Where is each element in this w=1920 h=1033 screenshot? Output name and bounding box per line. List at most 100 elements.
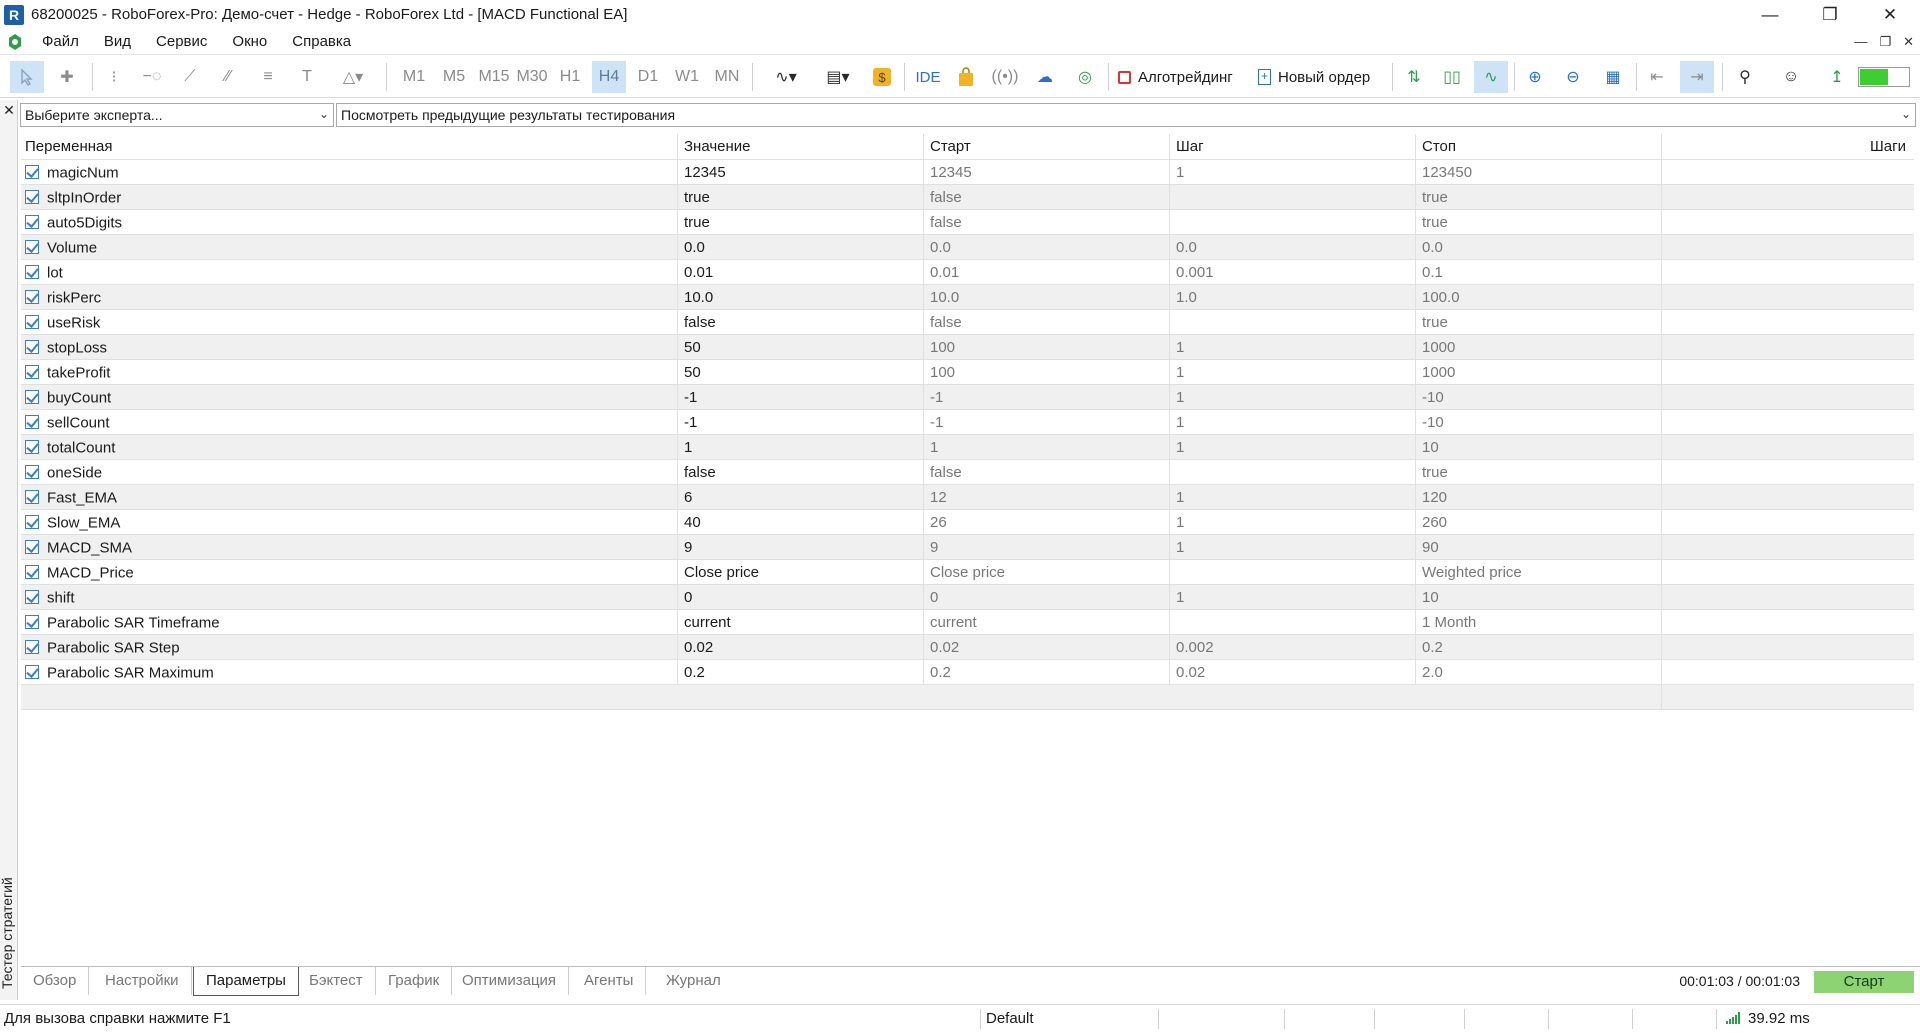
param-start[interactable]: false: [923, 210, 1169, 235]
lvl-icon[interactable]: ↥: [1822, 61, 1852, 93]
param-stop[interactable]: 260: [1415, 510, 1661, 535]
param-checkbox[interactable]: [25, 240, 39, 254]
param-start[interactable]: 0.2: [923, 660, 1169, 685]
tab-graph[interactable]: График: [376, 967, 453, 995]
param-step[interactable]: 1: [1169, 410, 1415, 435]
param-checkbox[interactable]: [25, 265, 39, 279]
table-row[interactable]: MACD_Price Close price Close price Weighted…: [21, 560, 1914, 585]
param-checkbox[interactable]: [25, 415, 39, 429]
param-start[interactable]: 0.02: [923, 635, 1169, 660]
account-icon[interactable]: ☺: [1776, 61, 1806, 93]
table-row[interactable]: shift 0 0 1 10: [21, 585, 1914, 610]
table-row[interactable]: takeProfit 50 100 1 1000: [21, 360, 1914, 385]
new-order-button[interactable]: + Новый ордер: [1258, 61, 1382, 93]
param-stop[interactable]: true: [1415, 310, 1661, 335]
indicators-menu-icon[interactable]: ∿▾: [762, 61, 810, 93]
table-row[interactable]: stopLoss 50 100 1 1000: [21, 335, 1914, 360]
param-start[interactable]: 100: [923, 335, 1169, 360]
param-checkbox[interactable]: [25, 640, 39, 654]
param-value[interactable]: 0: [677, 585, 923, 610]
status-connection[interactable]: 39.92 ms: [1726, 1005, 1810, 1033]
param-start[interactable]: 1: [923, 435, 1169, 460]
community-icon[interactable]: ◎: [1070, 61, 1100, 93]
param-start[interactable]: 26: [923, 510, 1169, 535]
param-value[interactable]: 40: [677, 510, 923, 535]
vps-cloud-icon[interactable]: ☁: [1030, 61, 1060, 93]
param-checkbox[interactable]: [25, 190, 39, 204]
tab-backtest[interactable]: Бэктест: [297, 967, 376, 995]
param-value[interactable]: -1: [677, 410, 923, 435]
param-value[interactable]: 12345: [677, 160, 923, 185]
param-step[interactable]: [1169, 210, 1415, 235]
param-value[interactable]: 50: [677, 335, 923, 360]
column-header-stop[interactable]: Стоп: [1415, 134, 1661, 159]
timeframe-h4[interactable]: H4: [592, 61, 626, 93]
market-bag-icon[interactable]: [952, 61, 980, 93]
menu-service[interactable]: Сервис: [152, 31, 211, 52]
zoom-out-icon[interactable]: ⊖: [1558, 61, 1588, 93]
table-row[interactable]: Slow_EMA 40 26 1 260: [21, 510, 1914, 535]
param-checkbox[interactable]: [25, 165, 39, 179]
timeframe-m30[interactable]: M30: [514, 61, 550, 93]
param-checkbox[interactable]: [25, 440, 39, 454]
search-icon[interactable]: ⚲: [1730, 61, 1760, 93]
param-stop[interactable]: true: [1415, 210, 1661, 235]
cursor-icon[interactable]: [10, 61, 44, 93]
param-checkbox[interactable]: [25, 290, 39, 304]
param-start[interactable]: 12: [923, 485, 1169, 510]
param-step[interactable]: [1169, 460, 1415, 485]
param-value[interactable]: true: [677, 210, 923, 235]
param-value[interactable]: Close price: [677, 560, 923, 585]
table-row[interactable]: Parabolic SAR Timeframe current current 1 M…: [21, 610, 1914, 635]
timeframe-mn[interactable]: MN: [710, 61, 744, 93]
channel-icon[interactable]: ∕∕: [214, 61, 242, 93]
param-start[interactable]: 12345: [923, 160, 1169, 185]
menu-file[interactable]: Файл: [38, 31, 83, 52]
param-start[interactable]: current: [923, 610, 1169, 635]
param-stop[interactable]: 1 Month: [1415, 610, 1661, 635]
column-header-start[interactable]: Старт: [923, 134, 1169, 159]
param-stop[interactable]: -10: [1415, 410, 1661, 435]
param-start[interactable]: -1: [923, 410, 1169, 435]
param-start[interactable]: false: [923, 460, 1169, 485]
column-header-variable[interactable]: Переменная: [21, 134, 677, 159]
param-value[interactable]: 50: [677, 360, 923, 385]
fibonacci-icon[interactable]: ≡: [254, 61, 282, 93]
param-step[interactable]: 1: [1169, 360, 1415, 385]
table-row[interactable]: lot 0.01 0.01 0.001 0.1: [21, 260, 1914, 285]
tab-journal[interactable]: Журнал: [654, 967, 733, 995]
table-row[interactable]: Fast_EMA 6 12 1 120: [21, 485, 1914, 510]
param-start[interactable]: 0.0: [923, 235, 1169, 260]
param-value[interactable]: -1: [677, 385, 923, 410]
param-start[interactable]: false: [923, 185, 1169, 210]
horizontal-line-icon[interactable]: −◌: [138, 61, 166, 93]
table-row[interactable]: sltpInOrder true false true: [21, 185, 1914, 210]
table-row[interactable]: useRisk false false true: [21, 310, 1914, 335]
param-start[interactable]: Close price: [923, 560, 1169, 585]
minimize-icon[interactable]: —: [1740, 0, 1800, 29]
signals-icon[interactable]: ((•)): [990, 61, 1020, 93]
tester-close-icon[interactable]: ✕: [0, 102, 18, 118]
menu-view[interactable]: Вид: [100, 31, 135, 52]
param-value[interactable]: 0.01: [677, 260, 923, 285]
timeframe-d1[interactable]: D1: [632, 61, 664, 93]
tab-overview[interactable]: Обзор: [21, 967, 90, 995]
param-checkbox[interactable]: [25, 340, 39, 354]
param-checkbox[interactable]: [25, 390, 39, 404]
timeframe-m15[interactable]: M15: [476, 61, 512, 93]
param-step[interactable]: [1169, 310, 1415, 335]
param-step[interactable]: [1169, 560, 1415, 585]
status-profile[interactable]: Default: [986, 1005, 1034, 1033]
param-step[interactable]: 1.0: [1169, 285, 1415, 310]
param-step[interactable]: 0.0: [1169, 235, 1415, 260]
trendline-icon[interactable]: ⟋: [176, 61, 204, 93]
text-tool-icon[interactable]: T: [294, 61, 320, 93]
param-stop[interactable]: 2.0: [1415, 660, 1661, 685]
param-checkbox[interactable]: [25, 665, 39, 679]
param-checkbox[interactable]: [25, 315, 39, 329]
menu-window[interactable]: Окно: [228, 31, 271, 52]
table-row[interactable]: Parabolic SAR Step 0.02 0.02 0.002 0.2: [21, 635, 1914, 660]
param-checkbox[interactable]: [25, 215, 39, 229]
algotrading-button[interactable]: Алготрейдинг: [1118, 61, 1246, 93]
table-row[interactable]: sellCount -1 -1 1 -10: [21, 410, 1914, 435]
